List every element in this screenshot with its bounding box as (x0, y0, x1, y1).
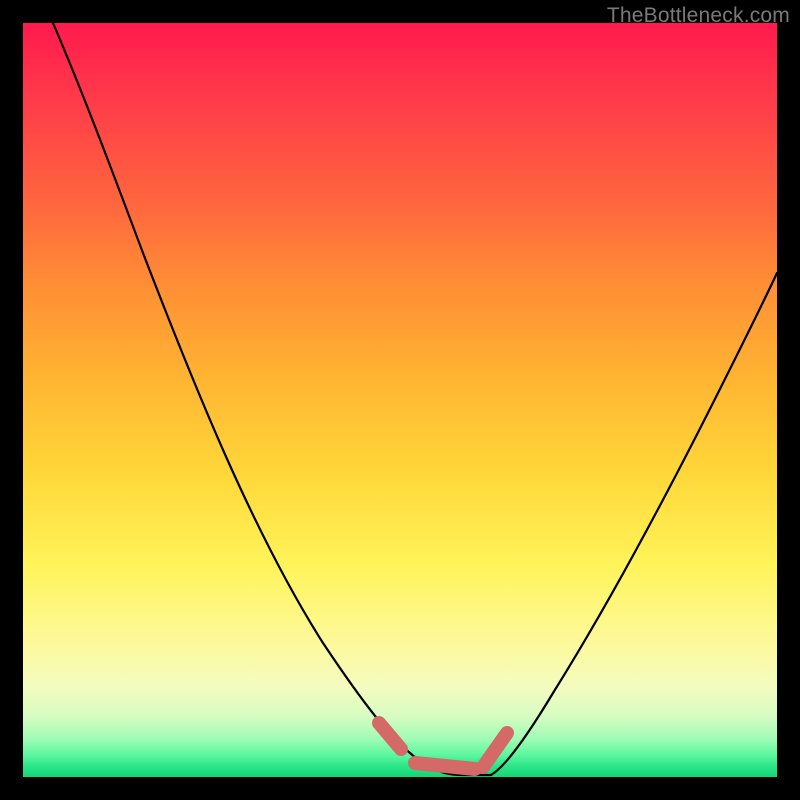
marker-segment-mid (415, 763, 475, 769)
plot-area (23, 23, 777, 777)
marker-segment-left (379, 723, 401, 749)
chart-frame: TheBottleneck.com (0, 0, 800, 800)
watermark-text: TheBottleneck.com (607, 4, 790, 28)
bottleneck-curve (23, 23, 777, 777)
curve-path (53, 23, 777, 775)
marker-segment-right (483, 733, 507, 767)
